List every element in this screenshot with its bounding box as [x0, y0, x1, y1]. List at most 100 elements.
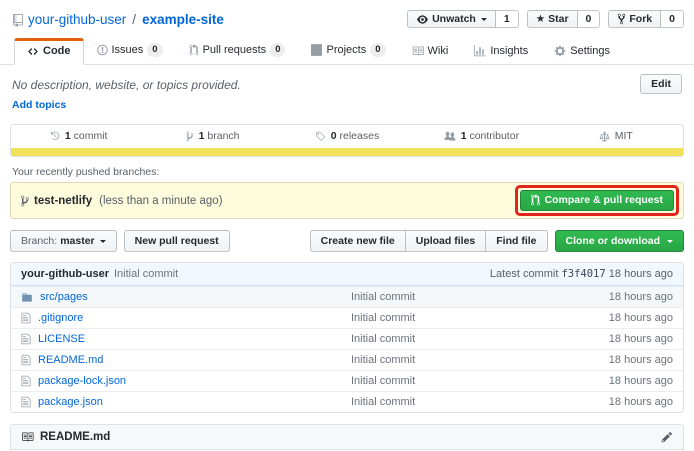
releases-label: releases [340, 130, 380, 142]
tab-issues[interactable]: Issues 0 [84, 36, 176, 65]
file-commit-message[interactable]: Initial commit [351, 354, 555, 366]
file-row[interactable]: LICENSE Initial commit 18 hours ago [11, 328, 683, 349]
repo-name-link[interactable]: example-site [142, 12, 224, 27]
stat-commits[interactable]: 1 commit [11, 125, 145, 148]
file-icon [21, 354, 31, 366]
contributors-count: 1 [461, 130, 467, 142]
pencil-icon[interactable] [661, 431, 673, 443]
create-new-file-button[interactable]: Create new file [310, 230, 405, 252]
edit-description-button[interactable]: Edit [640, 74, 682, 94]
branch-prefix: Branch: [21, 235, 57, 247]
file-row[interactable]: README.md Initial commit 18 hours ago [11, 349, 683, 370]
branch-select-button[interactable]: Branch: master [10, 230, 117, 252]
tab-projects[interactable]: Projects 0 [298, 36, 398, 65]
file-commit-time: 18 hours ago [555, 333, 673, 345]
file-row[interactable]: package-lock.json Initial commit 18 hour… [11, 370, 683, 391]
caret-down-icon [481, 18, 487, 24]
latest-commit-bar: your-github-user Initial commit Latest c… [11, 263, 683, 286]
pull-request-icon [531, 194, 540, 206]
stat-license[interactable]: MIT [549, 125, 683, 148]
tab-projects-label: Projects [326, 44, 366, 56]
file-name-link[interactable]: .gitignore [38, 312, 83, 324]
stat-contributors[interactable]: 1 contributor [414, 125, 548, 148]
tab-insights[interactable]: Insights [461, 38, 541, 65]
fork-count[interactable]: 0 [661, 10, 684, 28]
upload-files-button[interactable]: Upload files [405, 230, 486, 252]
caret-down-icon [667, 240, 673, 246]
file-name-link[interactable]: LICENSE [38, 333, 85, 345]
branches-label: branch [207, 130, 239, 142]
pushed-branch-link[interactable]: test-netlify [34, 195, 92, 207]
watch-count[interactable]: 1 [496, 10, 519, 28]
tab-pull-requests[interactable]: Pull requests 0 [176, 36, 299, 65]
file-commit-message[interactable]: Initial commit [351, 333, 555, 345]
pushed-branch: test-netlify (less than a minute ago) [21, 195, 223, 207]
tab-wiki-label: Wiki [428, 45, 449, 57]
breadcrumb: your-github-user / example-site [12, 12, 224, 27]
new-pull-request-button[interactable]: New pull request [124, 230, 230, 252]
readme-title: README.md [40, 431, 110, 443]
tab-code[interactable]: Code [14, 38, 84, 65]
branches-count: 1 [199, 130, 205, 142]
file-commit-message[interactable]: Initial commit [351, 312, 555, 324]
file-name-link[interactable]: package.json [38, 396, 103, 408]
issues-count-badge: 0 [147, 43, 162, 57]
annotation-highlight-box: Compare & pull request [515, 185, 679, 216]
gear-icon [554, 45, 566, 57]
commits-count: 1 [65, 130, 71, 142]
graph-icon [474, 45, 486, 57]
unwatch-label: Unwatch [432, 13, 476, 25]
stat-branches[interactable]: 1 branch [145, 125, 279, 148]
file-buttons-group: Create new file Upload files Find file [310, 230, 548, 252]
file-actions-row: Branch: master New pull request Create n… [10, 230, 684, 252]
file-row[interactable]: package.json Initial commit 18 hours ago [11, 391, 683, 412]
file-row[interactable]: src/pages Initial commit 18 hours ago [11, 286, 683, 307]
unwatch-button[interactable]: Unwatch [407, 10, 496, 28]
file-name-link[interactable]: package-lock.json [38, 375, 126, 387]
file-icon [21, 375, 31, 387]
file-row[interactable]: .gitignore Initial commit 18 hours ago [11, 307, 683, 328]
language-bar[interactable] [11, 148, 683, 156]
file-commit-message[interactable]: Initial commit [351, 396, 555, 408]
recently-pushed-label: Your recently pushed branches: [0, 157, 694, 182]
commit-author-link[interactable]: your-github-user [21, 268, 109, 280]
compare-pull-request-button[interactable]: Compare & pull request [520, 190, 674, 211]
star-count[interactable]: 0 [578, 10, 601, 28]
clone-or-download-button[interactable]: Clone or download [555, 230, 685, 252]
file-commit-message[interactable]: Initial commit [351, 375, 555, 387]
projects-count-badge: 0 [370, 43, 385, 57]
file-commit-message[interactable]: Initial commit [351, 291, 555, 303]
readme-section: README.md [10, 424, 684, 451]
file-icon [21, 396, 31, 408]
commits-label: commit [74, 130, 108, 142]
file-name-link[interactable]: src/pages [40, 291, 88, 303]
commit-message-link[interactable]: Initial commit [114, 268, 178, 280]
repo-stats-bar: 1 commit 1 branch 0 releases 1 contribut… [10, 124, 684, 157]
file-browser: your-github-user Initial commit Latest c… [10, 262, 684, 413]
repo-owner-link[interactable]: your-github-user [28, 12, 126, 27]
branch-icon [21, 195, 29, 207]
file-commit-time: 18 hours ago [555, 291, 673, 303]
tab-settings[interactable]: Settings [541, 38, 623, 65]
tab-wiki[interactable]: Wiki [399, 38, 462, 65]
code-icon [27, 46, 39, 57]
fork-button[interactable]: Fork [608, 10, 661, 28]
tab-insights-label: Insights [490, 45, 528, 57]
latest-commit-time: 18 hours ago [609, 268, 673, 280]
commit-hash-link[interactable]: f3f4017 [561, 268, 605, 280]
repo-icon [12, 12, 24, 27]
pushed-branch-time: (less than a minute ago) [99, 195, 222, 207]
people-icon [444, 130, 456, 142]
caret-down-icon [100, 240, 106, 246]
stat-releases[interactable]: 0 releases [280, 125, 414, 148]
add-topics-link[interactable]: Add topics [12, 99, 66, 111]
file-name-link[interactable]: README.md [38, 354, 103, 366]
star-button[interactable]: ★ Star [527, 10, 578, 28]
fork-icon [617, 13, 626, 25]
repo-description: No description, website, or topics provi… [12, 78, 682, 92]
watch-button-group: Unwatch 1 [407, 10, 519, 28]
readme-book-icon [21, 431, 34, 443]
latest-commit-prefix: Latest commit [490, 268, 558, 280]
find-file-button[interactable]: Find file [485, 230, 547, 252]
latest-commit-info: Latest commit f3f4017 18 hours ago [490, 268, 673, 280]
